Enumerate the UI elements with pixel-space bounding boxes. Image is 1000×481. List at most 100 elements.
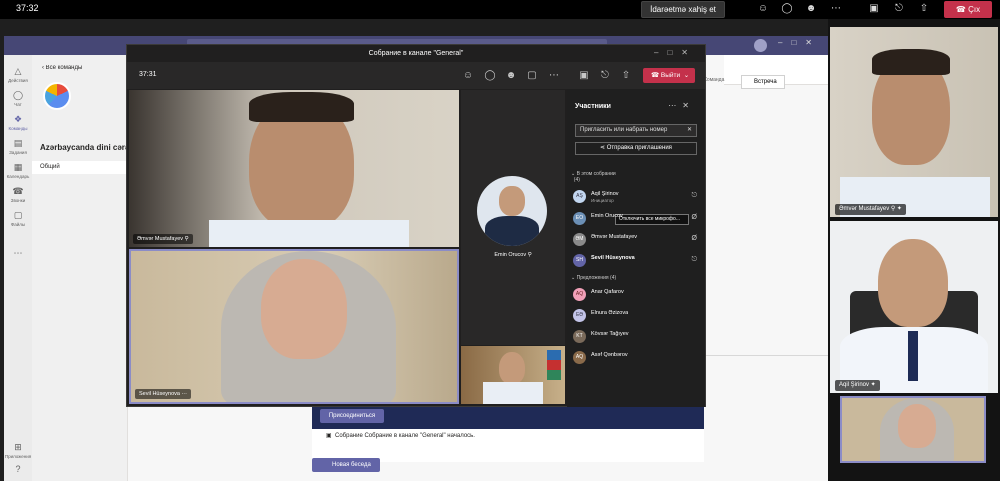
chat-icon: ◯ (12, 90, 24, 100)
avatar: KT (573, 330, 586, 343)
participant-hair (872, 49, 950, 75)
mic-muted-icon[interactable]: Ø (692, 214, 697, 221)
participants-icon[interactable]: ☺ (461, 69, 475, 83)
microphone-icon[interactable]: ⎋ (691, 192, 697, 200)
share-tray-icon[interactable]: ⇧ (918, 3, 930, 15)
participant-face (878, 239, 948, 327)
all-teams-link[interactable]: ‹ Все команды (42, 65, 82, 71)
rail-item[interactable]: ◯ Чат (4, 87, 32, 113)
avatar: EO (573, 212, 586, 225)
in-meeting-header[interactable]: ⌄ В этом собрании (4) (571, 171, 616, 183)
gallery-tile-sevil[interactable] (840, 396, 986, 463)
rail-item[interactable]: ▢ Файлы (4, 207, 32, 233)
share-invite-button[interactable]: ⋖ Отправка приглашения (575, 142, 697, 155)
avatar: AQ (573, 351, 586, 364)
participant-row[interactable]: SH Sevil Hüseynova ⎋ (573, 252, 699, 270)
share-timer: 37:32 (16, 3, 39, 13)
more-options-icon[interactable]: ⋯ (547, 69, 561, 83)
share-toolbar: 37:32 İdarəetmə xahiş et ☺ ◯ ☻ ⋯ ▣ ⎋ ⇧ ☎… (0, 0, 1000, 19)
exit-meeting-button[interactable]: ☎ Çıx (944, 1, 992, 18)
rail-item-label: Файлы (10, 222, 26, 227)
request-control-button[interactable]: İdarəetmə xahiş et (641, 1, 725, 18)
join-button[interactable]: Присоединиться (320, 409, 384, 423)
window-controls[interactable]: –□✕ (778, 38, 821, 47)
rail-item-label: Звонки (10, 198, 26, 203)
self-video-tile[interactable] (461, 346, 565, 404)
participant-row[interactable]: ƏM Əmvər Mustafayev Ø (573, 231, 699, 249)
more-apps-icon[interactable]: ⋯ (4, 245, 32, 271)
share-tray-icon[interactable]: ⇧ (619, 69, 633, 83)
participant-face (499, 352, 525, 384)
new-post-button[interactable]: Новая беседа (312, 458, 380, 472)
people-icon[interactable]: ☺ (757, 3, 769, 15)
tile-name-emin: Emin Orucov ⚲ (494, 252, 532, 258)
participant-name: Anar Qafarov (591, 289, 624, 295)
gallery-column: Əmvər Mustafayev ⚲ ✦ Aqil Şirinov ✦ (828, 19, 1000, 481)
assignments-icon: ▤ (13, 138, 23, 148)
rail-item[interactable]: △ Действия (4, 63, 32, 89)
leave-button[interactable]: ☎ Выйти ⌄ (643, 68, 695, 83)
rail-item[interactable]: ▦ Календарь (4, 159, 32, 185)
suggested-header[interactable]: ⌄ Предложения (4) (571, 275, 616, 281)
suggested-row[interactable]: AQ Anar Qafarov (573, 286, 699, 304)
chat-icon[interactable]: ◯ (781, 3, 793, 15)
rail-item[interactable]: ☎ Звонки (4, 183, 32, 209)
participant-row[interactable]: EO Emin Orucov Ø (573, 210, 699, 228)
rail-item-label: Календарь (6, 174, 30, 179)
camera-icon[interactable]: ▣ (577, 69, 591, 83)
exit-meeting-label: Çıx (968, 5, 981, 14)
meeting-title: Собрание в канале "General" (127, 45, 705, 62)
help-icon[interactable]: ? (4, 461, 32, 481)
participant-name: Əmvər Mustafayev (591, 234, 638, 240)
participant-shirt (483, 382, 543, 404)
panel-controls[interactable]: ⋯✕ (668, 101, 695, 110)
suggested-row[interactable]: KT Kövsər Tağıyev (573, 328, 699, 346)
channel-general[interactable]: Общий (32, 161, 128, 174)
rooms-icon[interactable]: ▢ (525, 69, 539, 83)
more-options-icon[interactable]: ⋯ (830, 3, 842, 15)
rail-item-label: Действия (8, 78, 28, 83)
app-rail: △ Действия ◯ Чат ❖ Команды ▤ Задания ▦ Календарь ☎… (4, 55, 32, 481)
participant-row[interactable]: AŞ Aqil Şirinov Инициатор ⎋ (573, 188, 699, 206)
rail-item[interactable]: ▤ Задания (4, 135, 32, 161)
avatar: SH (573, 254, 586, 267)
video-tile-emvar[interactable]: Əmvər Mustafayev ⚲ (129, 90, 459, 247)
video-tile-sevil[interactable]: Sevil Hüseynova ⋯ (129, 249, 459, 404)
mic-muted-icon[interactable]: Ø (692, 235, 697, 242)
team-name: Azərbaycanda dini cərə (40, 143, 126, 152)
suggested-row[interactable]: EƏ Elnura Əzizova (573, 307, 699, 325)
rail-item-label: Приложения (4, 454, 32, 459)
clear-icon[interactable]: ✕ (687, 125, 692, 136)
chat-icon[interactable]: ◯ (483, 69, 497, 83)
flag-image (547, 350, 561, 380)
gallery-name-aqil: Aqil Şirinov ✦ (835, 380, 880, 391)
reactions-icon[interactable]: ☻ (805, 3, 817, 15)
gallery-name-emvar: Əmvər Mustafayev ⚲ ✦ (835, 204, 906, 215)
participant-name: Asəf Qənbərov (591, 352, 628, 358)
mic-off-icon[interactable]: ⎋ (893, 3, 905, 15)
avatar: EƏ (573, 309, 586, 322)
meeting-window-controls[interactable]: –□✕ (654, 48, 697, 57)
participants-panel: Участники ⋯✕ Пригласить или набрать номе… (567, 89, 705, 407)
avatar[interactable] (754, 39, 767, 52)
meet-button[interactable]: Встреча (741, 75, 785, 89)
invite-input[interactable]: Пригласить или набрать номер ✕ (575, 124, 697, 137)
meeting-started-message: ▣ Собрание Собрание в канале "General" н… (326, 433, 475, 439)
team-chip[interactable]: Команда (704, 77, 724, 83)
meet-button-label: Встреча (754, 79, 777, 85)
video-tile-emin[interactable]: Emin Orucov ⚲ (461, 90, 565, 345)
reactions-icon[interactable]: ☻ (504, 69, 518, 83)
meeting-window: Собрание в канале "General" –□✕ 37:31 ☺ … (126, 44, 706, 407)
rail-item[interactable]: ❖ Команды (4, 111, 32, 137)
microphone-icon[interactable]: ⎋ (598, 69, 612, 83)
team-logo (43, 82, 71, 110)
gallery-tile-aqil[interactable]: Aqil Şirinov ✦ (830, 221, 998, 393)
microphone-icon[interactable]: ⎋ (691, 256, 697, 264)
camera-off-icon[interactable]: ▣ (868, 3, 880, 15)
suggested-row[interactable]: AQ Asəf Qənbərov (573, 349, 699, 367)
gallery-tile-emvar[interactable]: Əmvər Mustafayev ⚲ ✦ (830, 27, 998, 217)
meeting-timer: 37:31 (139, 71, 157, 78)
participant-hair (249, 92, 354, 122)
participant-photo (477, 176, 547, 246)
participant-tie (908, 331, 918, 381)
